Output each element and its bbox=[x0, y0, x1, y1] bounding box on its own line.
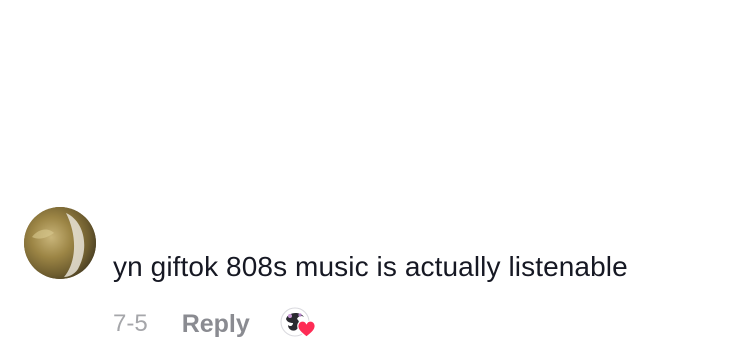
avatar-image bbox=[24, 207, 96, 279]
comment-screen: yn giftok 808s music is actually listena… bbox=[0, 0, 746, 358]
user-avatar[interactable] bbox=[24, 207, 96, 279]
comment-date: 7-5 bbox=[113, 310, 148, 337]
comment-text: yn giftok 808s music is actually listena… bbox=[113, 251, 628, 282]
reply-button[interactable]: Reply bbox=[182, 310, 250, 339]
comment-meta: 7-5 Reply bbox=[113, 307, 318, 341]
heart-icon bbox=[296, 320, 316, 338]
comment-item: yn giftok 808s music is actually listena… bbox=[0, 0, 746, 358]
creator-liked-heart-icon[interactable] bbox=[280, 307, 318, 341]
